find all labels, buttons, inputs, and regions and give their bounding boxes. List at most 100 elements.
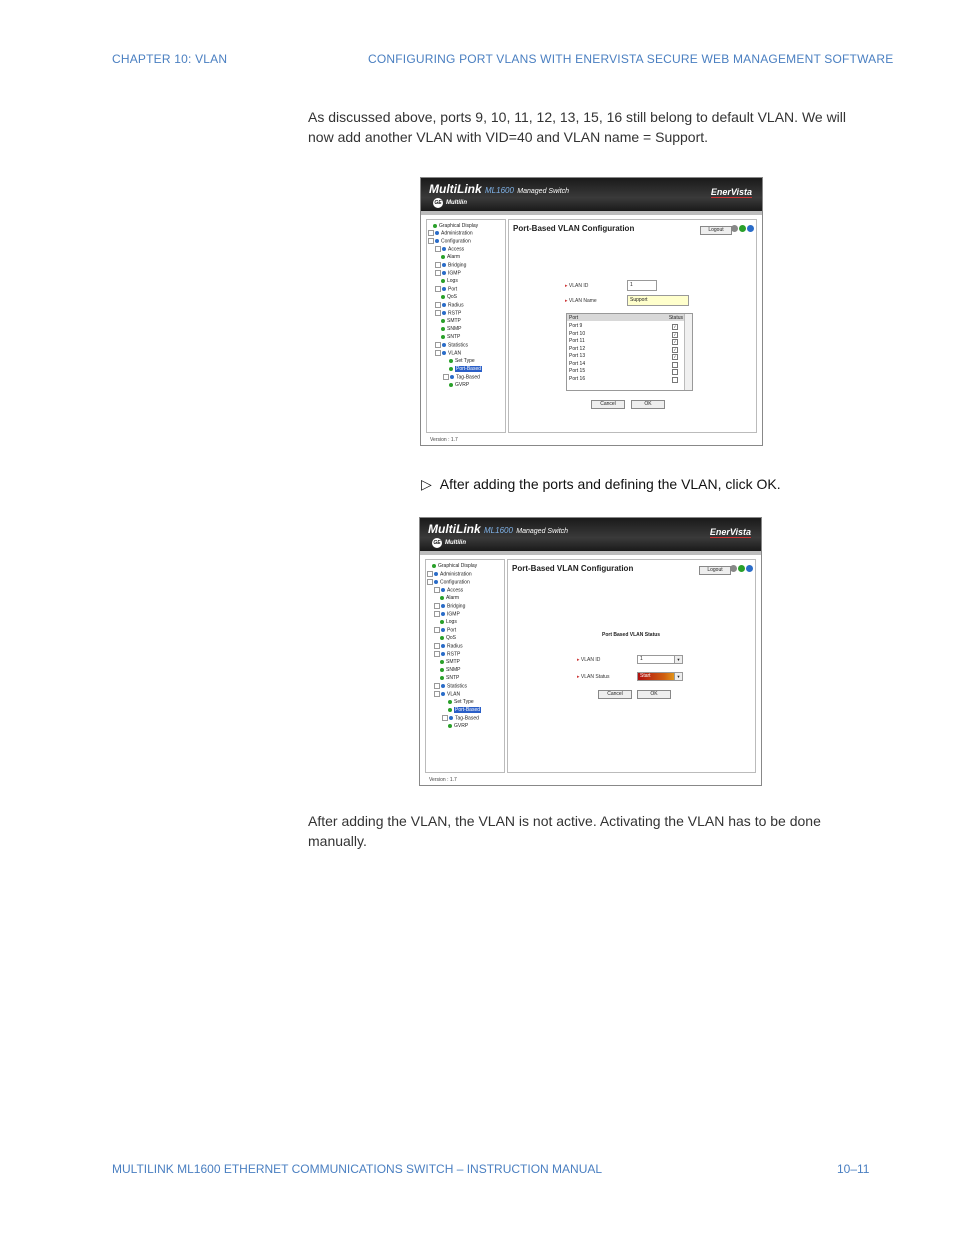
- port-status-checkbox[interactable]: [672, 361, 678, 368]
- version-label: Version : 1.7: [430, 437, 458, 443]
- vlan-status-select[interactable]: Start ▼: [637, 672, 683, 681]
- vlan-id-label: VLAN ID: [565, 283, 588, 289]
- app-banner: MultiLink ML1600 Managed Switch GE Multil…: [420, 518, 761, 551]
- settings-icon[interactable]: [730, 565, 737, 572]
- nav-tree: Graphical Display Administration Configu…: [426, 219, 506, 433]
- port-status-checkbox[interactable]: ✓: [672, 331, 678, 338]
- tree-graphical-display[interactable]: Graphical Display: [432, 563, 477, 570]
- page-header-left: CHAPTER 10: VLAN: [112, 52, 228, 66]
- tree-logs[interactable]: Logs: [440, 619, 457, 626]
- enervista-logo: EnerVista: [709, 527, 751, 538]
- tree-gvrp[interactable]: GVRP: [449, 382, 469, 389]
- screenshot-vlan-status: MultiLink ML1600 Managed Switch GE Multil…: [419, 517, 762, 786]
- tree-smtp[interactable]: SMTP: [441, 318, 461, 325]
- tree-port[interactable]: Port: [434, 627, 456, 634]
- port-status-checkbox[interactable]: [672, 376, 678, 383]
- tree-tag-based[interactable]: Tag-Based: [442, 715, 479, 722]
- tree-graphical-display[interactable]: Graphical Display: [433, 223, 478, 230]
- tree-access[interactable]: Access: [434, 587, 463, 594]
- app-banner: MultiLink ML1600 Managed Switch GE Multil…: [421, 178, 762, 211]
- page-footer-right: 10–11: [837, 1162, 870, 1176]
- tree-rstp[interactable]: RSTP: [434, 651, 460, 658]
- tree-vlan[interactable]: VLAN: [435, 350, 461, 357]
- tree-set-type[interactable]: Set Type: [448, 699, 474, 706]
- chevron-down-icon: ▼: [674, 656, 682, 663]
- tree-alarm[interactable]: Alarm: [440, 595, 459, 602]
- tree-access[interactable]: Access: [435, 246, 464, 253]
- vlan-name-label: VLAN Name: [565, 298, 597, 304]
- tree-configuration[interactable]: Configuration: [427, 579, 470, 586]
- tree-tag-based[interactable]: Tag-Based: [443, 374, 480, 381]
- tree-administration[interactable]: Administration: [427, 571, 472, 578]
- vlan-id-input[interactable]: 1: [627, 280, 657, 291]
- help-icon[interactable]: [746, 565, 753, 572]
- panel-title: Port-Based VLAN Configuration: [513, 224, 635, 233]
- tree-configuration[interactable]: Configuration: [428, 238, 471, 245]
- tree-port[interactable]: Port: [435, 286, 457, 293]
- cancel-button[interactable]: Cancel: [591, 400, 625, 409]
- refresh-icon[interactable]: [738, 565, 745, 572]
- tree-snmp[interactable]: SNMP: [440, 667, 460, 674]
- tree-set-type[interactable]: Set Type: [449, 358, 475, 365]
- port-row-label: Port 14: [569, 360, 586, 367]
- port-status-checkbox[interactable]: ✓: [672, 324, 678, 330]
- tree-port-based[interactable]: Port-Based: [449, 366, 483, 373]
- port-row-label: Port 16: [569, 375, 586, 382]
- port-status-checkbox[interactable]: ✓: [672, 354, 678, 360]
- vlan-id-label: VLAN ID: [577, 657, 600, 663]
- tree-bridging[interactable]: Bridging: [434, 603, 465, 610]
- port-row-label: Port 11: [569, 338, 585, 344]
- screenshot-vlan-config: MultiLink ML1600 Managed Switch GE Multil…: [420, 177, 763, 446]
- tree-snmp[interactable]: SNMP: [441, 326, 461, 333]
- ok-button[interactable]: OK: [637, 690, 671, 699]
- cancel-button[interactable]: Cancel: [598, 690, 632, 699]
- banner-divider: [421, 211, 762, 215]
- tree-administration[interactable]: Administration: [428, 230, 473, 237]
- step-instruction: ▷ After adding the ports and defining the…: [421, 476, 781, 492]
- tree-bridging[interactable]: Bridging: [435, 262, 466, 269]
- tree-igmp[interactable]: IGMP: [434, 611, 460, 618]
- ok-button[interactable]: OK: [631, 400, 665, 409]
- settings-icon[interactable]: [731, 225, 738, 232]
- tree-sntp[interactable]: SNTP: [441, 334, 460, 341]
- vlan-id-select[interactable]: 1 ▼: [637, 655, 683, 664]
- tree-qos[interactable]: QoS: [441, 294, 457, 301]
- tree-smtp[interactable]: SMTP: [440, 659, 460, 666]
- ge-multilin-logo: GE Multilin: [432, 538, 466, 548]
- tree-sntp[interactable]: SNTP: [440, 675, 459, 682]
- logout-button[interactable]: Logout: [700, 226, 732, 235]
- status-panel: Port-Based VLAN Configuration Logout Por…: [507, 559, 756, 773]
- port-status-checkbox[interactable]: [672, 369, 678, 375]
- tree-statistics[interactable]: Statistics: [435, 342, 468, 349]
- config-panel: Port-Based VLAN Configuration Logout VLA…: [508, 219, 757, 433]
- vlan-name-input[interactable]: Support: [627, 295, 689, 306]
- tree-alarm[interactable]: Alarm: [441, 254, 460, 261]
- tree-vlan[interactable]: VLAN: [434, 691, 460, 698]
- node-icon: [433, 223, 437, 228]
- tree-qos[interactable]: QoS: [440, 635, 456, 642]
- refresh-icon[interactable]: [739, 225, 746, 232]
- tree-port-based[interactable]: Port-Based: [448, 707, 482, 714]
- vlan-status-label: VLAN Status: [577, 674, 610, 680]
- logout-button[interactable]: Logout: [699, 566, 731, 575]
- port-row-label: Port 9: [569, 323, 583, 329]
- tree-gvrp[interactable]: GVRP: [448, 723, 468, 730]
- page-footer-left: MULTILINK ML1600 ETHERNET COMMUNICATIONS…: [112, 1162, 603, 1176]
- page-header-right: CONFIGURING PORT VLANS WITH ENERVISTA SE…: [368, 52, 894, 66]
- tree-igmp[interactable]: IGMP: [435, 270, 461, 277]
- tree-radius[interactable]: Radius: [434, 643, 463, 650]
- port-status-checkbox[interactable]: ✓: [672, 339, 678, 345]
- port-list-scrollbar[interactable]: [684, 314, 692, 390]
- tree-logs[interactable]: Logs: [441, 278, 458, 285]
- banner-divider: [420, 551, 761, 555]
- help-icon[interactable]: [747, 225, 754, 232]
- port-row-label: Port 10: [569, 330, 586, 337]
- port-row-label: Port 13: [569, 353, 586, 359]
- intro-paragraph: As discussed above, ports 9, 10, 11, 12,…: [308, 109, 847, 145]
- tree-rstp[interactable]: RSTP: [435, 310, 461, 317]
- tree-statistics[interactable]: Statistics: [434, 683, 467, 690]
- version-label: Version : 1.7: [429, 777, 457, 783]
- header-icons: [729, 565, 753, 574]
- tree-radius[interactable]: Radius: [435, 302, 464, 309]
- port-status-checkbox[interactable]: ✓: [672, 346, 678, 353]
